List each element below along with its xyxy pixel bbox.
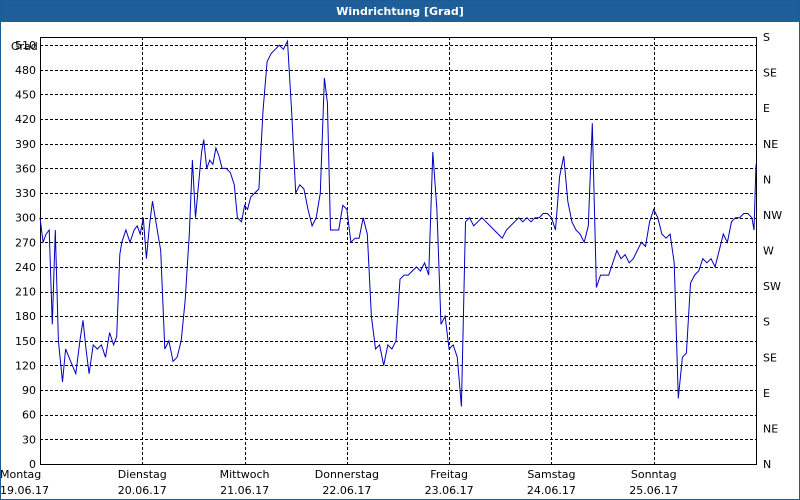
series-line [39, 39, 757, 407]
y2-axis-ticks: N NE E SE S SW W NW N NE E SE S [763, 31, 782, 471]
y-tick-label: 420 [15, 113, 36, 126]
y2-tick-label: N [763, 173, 771, 186]
x-axis-ticks: Montag 19.06.17 Dienstag 20.06.17 Mittwoch 21… [0, 468, 678, 497]
y-tick-label: 120 [15, 359, 36, 372]
y-axis-ticks: 0306090120150180210240270300330360390420… [15, 39, 36, 471]
x-tick-date: 23.06.17 [425, 484, 474, 497]
y-tick-label: 270 [15, 236, 36, 249]
y2-tick-label: E [763, 387, 770, 400]
y2-tick-label: S [763, 31, 770, 44]
x-tick-day: Montag [0, 468, 41, 481]
x-tick-day: Donnerstag [315, 468, 379, 481]
y-tick-label: 240 [15, 261, 36, 274]
x-tick-day: Freitag [430, 468, 468, 481]
y2-tick-label: SW [763, 280, 781, 293]
y-axis-label: Grad [11, 40, 38, 53]
y2-tick-label: N [763, 458, 771, 471]
plot-frame [40, 37, 757, 465]
y-tick-label: 90 [22, 384, 36, 397]
y2-tick-label: SE [763, 351, 777, 364]
y-tick-label: 210 [15, 286, 36, 299]
y-tick-label: 60 [22, 409, 36, 422]
wind-direction-chart: 0306090120150180210240270300330360390420… [0, 31, 782, 497]
y2-tick-label: SE [763, 67, 777, 80]
x-tick-day: Dienstag [118, 468, 167, 481]
y2-tick-label: S [763, 316, 770, 329]
y2-tick-label: NE [763, 138, 778, 151]
x-tick-date: 22.06.17 [322, 484, 371, 497]
x-tick-date: 25.06.17 [629, 484, 678, 497]
y2-tick-label: W [763, 245, 774, 258]
y-tick-label: 150 [15, 335, 36, 348]
y2-tick-label: NW [763, 209, 782, 222]
y-tick-label: 300 [15, 212, 36, 225]
y-tick-label: 360 [15, 162, 36, 175]
x-tick-date: 19.06.17 [0, 484, 49, 497]
y2-tick-label: NE [763, 422, 778, 435]
y-tick-label: 30 [22, 433, 36, 446]
y2-tick-label: E [763, 102, 770, 115]
y-tick-label: 180 [15, 310, 36, 323]
y-tick-label: 330 [15, 187, 36, 200]
x-tick-date: 24.06.17 [527, 484, 576, 497]
x-tick-date: 20.06.17 [118, 484, 167, 497]
x-tick-day: Mittwoch [220, 468, 270, 481]
y-tick-label: 450 [15, 88, 36, 101]
x-tick-day: Samstag [527, 468, 575, 481]
x-tick-day: Sonntag [631, 468, 677, 481]
x-tick-date: 21.06.17 [220, 484, 269, 497]
y-tick-label: 480 [15, 64, 36, 77]
y-tick-label: 390 [15, 138, 36, 151]
